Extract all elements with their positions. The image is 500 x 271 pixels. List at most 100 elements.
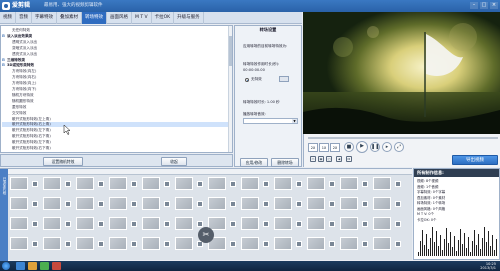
screenshot-icon[interactable]: ◰ — [326, 156, 332, 162]
transition-slot-icon[interactable] — [32, 201, 38, 207]
playback-progress-bar[interactable] — [308, 137, 498, 139]
scissors-icon[interactable]: ✂ — [198, 227, 214, 243]
start-button[interactable] — [2, 262, 10, 270]
fullscreen-icon[interactable]: ⤢ — [394, 142, 404, 152]
transition-item[interactable]: 无任何特效 — [2, 28, 230, 33]
close-button[interactable]: × — [490, 2, 498, 9]
transition-slot-icon[interactable] — [131, 221, 137, 227]
transition-slot-icon[interactable] — [263, 221, 269, 227]
collapse-button[interactable]: 收起 — [161, 157, 187, 166]
speed-2x-fast[interactable]: 2X — [330, 143, 340, 152]
transition-slot-icon[interactable] — [98, 221, 104, 227]
transition-slot-icon[interactable] — [263, 181, 269, 187]
transition-group[interactable]: 3D或矩形类特效 — [2, 63, 230, 68]
transition-slot-icon[interactable] — [32, 221, 38, 227]
tab-item[interactable]: 画面风格 — [107, 12, 132, 24]
play-icon[interactable]: ▶ — [356, 141, 368, 153]
clip-thumbnail[interactable] — [241, 217, 259, 230]
clip-thumbnail[interactable] — [340, 217, 358, 230]
transition-slot-icon[interactable] — [197, 221, 203, 227]
transition-slot-icon[interactable] — [296, 241, 302, 247]
transition-item[interactable]: 随机圆形特效 — [2, 99, 230, 104]
clip-thumbnail[interactable] — [76, 217, 94, 230]
taskbar-app-ie-icon[interactable] — [16, 262, 25, 270]
transition-item[interactable]: 散开式矩形特效(右下角) — [2, 134, 230, 139]
tab-item[interactable]: 字幕特效 — [32, 12, 57, 24]
clip-thumbnail[interactable] — [373, 237, 391, 250]
clip-thumbnail[interactable] — [109, 217, 127, 230]
clip-thumbnail[interactable] — [274, 237, 292, 250]
transition-slot-icon[interactable] — [395, 201, 401, 207]
transition-slot-icon[interactable] — [197, 201, 203, 207]
transition-slot-icon[interactable] — [263, 201, 269, 207]
transition-slot-icon[interactable] — [329, 201, 335, 207]
transition-slot-icon[interactable] — [362, 241, 368, 247]
transition-item[interactable]: 散开式矩形特效(左下角) — [2, 128, 230, 133]
clip-thumbnail[interactable] — [307, 237, 325, 250]
transition-group[interactable]: 淡入淡出效果类 — [2, 34, 230, 39]
transition-slot-icon[interactable] — [164, 181, 170, 187]
transition-slot-icon[interactable] — [230, 221, 236, 227]
transition-item[interactable]: 散开式矩形特效(右上角) — [2, 122, 230, 128]
pause-icon[interactable]: ❚❚ — [370, 142, 380, 152]
clip-thumbnail[interactable] — [10, 177, 28, 190]
transition-slot-icon[interactable] — [197, 181, 203, 187]
transition-slot-icon[interactable] — [362, 221, 368, 227]
transition-slot-icon[interactable] — [296, 221, 302, 227]
transition-item[interactable]: 散开式矩形特效(左上角) — [2, 117, 230, 122]
transition-item[interactable]: 变暗式淡入淡出 — [2, 46, 230, 51]
scrollbar-thumb[interactable] — [229, 36, 232, 66]
clip-thumbnail[interactable] — [76, 237, 94, 250]
clip-thumbnail[interactable] — [43, 217, 61, 230]
transition-slot-icon[interactable] — [98, 201, 104, 207]
clip-thumbnail[interactable] — [43, 237, 61, 250]
transition-slot-icon[interactable] — [164, 221, 170, 227]
clip-thumbnail[interactable] — [10, 237, 28, 250]
taskbar-app-editor-icon[interactable] — [52, 262, 61, 270]
speed-1x[interactable]: 1X — [319, 143, 329, 152]
transition-item[interactable]: 方块特效(向下) — [2, 87, 230, 92]
tab-item[interactable]: 音频 — [16, 12, 32, 24]
clip-thumbnail[interactable] — [340, 237, 358, 250]
transition-slot-icon[interactable] — [131, 181, 137, 187]
transition-item[interactable]: 方块特效(向右) — [2, 75, 230, 80]
clip-thumbnail[interactable] — [208, 197, 226, 210]
transition-slot-icon[interactable] — [164, 201, 170, 207]
clip-thumbnail[interactable] — [340, 197, 358, 210]
transition-slot-icon[interactable] — [329, 221, 335, 227]
set-random-effect-button[interactable]: 设置随机特效 — [43, 157, 83, 166]
transition-item[interactable]: 交叉特效 — [2, 111, 230, 116]
transition-slot-icon[interactable] — [65, 181, 71, 187]
transition-item[interactable]: 随机方块特效 — [2, 93, 230, 98]
tab-item[interactable]: 卡拉OK — [152, 12, 175, 24]
transition-slot-icon[interactable] — [65, 241, 71, 247]
transition-slot-icon[interactable] — [131, 241, 137, 247]
transition-item[interactable]: 透明式淡入淡出 — [2, 40, 230, 45]
clip-thumbnail[interactable] — [307, 177, 325, 190]
clip-thumbnail[interactable] — [175, 217, 193, 230]
transition-slot-icon[interactable] — [230, 181, 236, 187]
clip-thumbnail[interactable] — [274, 217, 292, 230]
effect-toggle-button[interactable] — [279, 76, 289, 82]
clip-thumbnail[interactable] — [76, 177, 94, 190]
clip-thumbnail[interactable] — [76, 197, 94, 210]
clip-thumbnail[interactable] — [43, 177, 61, 190]
tab-item[interactable]: 视频 — [0, 12, 16, 24]
clip-thumbnail[interactable] — [373, 217, 391, 230]
transition-slot-icon[interactable] — [329, 181, 335, 187]
transition-item[interactable]: 散开式矩形特效(右下角) — [2, 146, 230, 151]
clip-thumbnail[interactable] — [175, 177, 193, 190]
share-icon[interactable]: ⋈ — [346, 156, 352, 162]
clip-thumbnail[interactable] — [142, 177, 160, 190]
transition-slot-icon[interactable] — [362, 181, 368, 187]
transition-item[interactable]: 菱形特效 — [2, 105, 230, 110]
folder-icon[interactable]: ▭ — [310, 156, 316, 162]
clip-thumbnail[interactable] — [142, 237, 160, 250]
clip-thumbnail[interactable] — [142, 197, 160, 210]
speed-2x[interactable]: 2X — [308, 143, 318, 152]
clip-thumbnail[interactable] — [109, 177, 127, 190]
delete-transition-button[interactable]: 删除转场 — [271, 158, 299, 167]
clip-thumbnail[interactable] — [43, 197, 61, 210]
clip-thumbnail[interactable] — [10, 197, 28, 210]
transition-slot-icon[interactable] — [65, 201, 71, 207]
